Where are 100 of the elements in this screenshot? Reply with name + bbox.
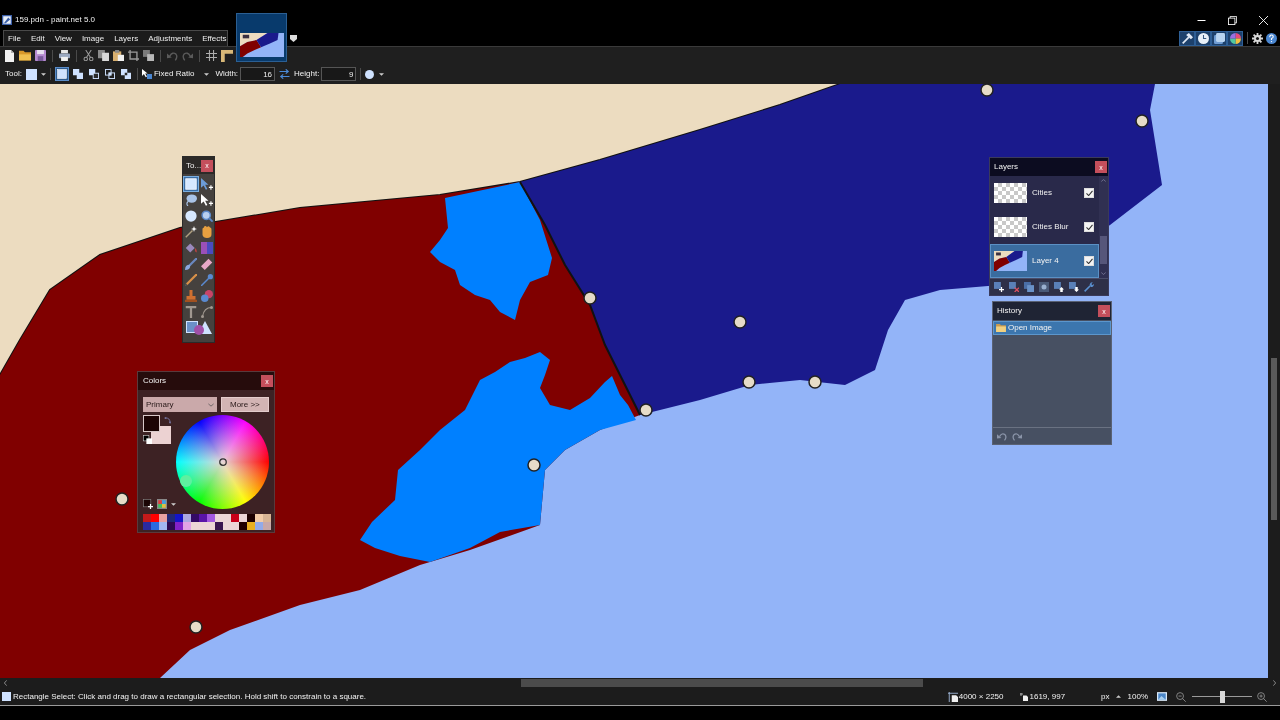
palette-swatch-icon[interactable] xyxy=(143,514,151,522)
palette-swatch-icon[interactable] xyxy=(207,522,215,530)
image-tab[interactable] xyxy=(236,13,287,62)
tool-button[interactable] xyxy=(198,192,215,208)
chevron-left-icon[interactable] xyxy=(4,680,7,686)
square-plus-icon[interactable] xyxy=(143,499,153,509)
palette-swatch-icon[interactable] xyxy=(207,514,215,522)
minimize-icon[interactable] xyxy=(1197,19,1206,21)
menu-item[interactable]: Effects xyxy=(202,34,227,43)
palette-icon[interactable] xyxy=(157,499,167,509)
restore-icon[interactable] xyxy=(1228,15,1237,25)
menu-item[interactable]: File xyxy=(8,34,21,43)
swap-arrows-icon[interactable] xyxy=(279,69,291,79)
document-icon[interactable] xyxy=(4,49,15,62)
caret-icon[interactable] xyxy=(171,502,176,506)
palette-swatch-icon[interactable] xyxy=(151,514,159,522)
help-icon[interactable] xyxy=(1266,32,1277,44)
visibility-checkbox[interactable] xyxy=(1084,188,1094,198)
layer-row[interactable]: Cities xyxy=(990,176,1099,210)
selection-mode-button[interactable] xyxy=(102,67,117,81)
tool-button[interactable] xyxy=(198,256,215,272)
panel-toggle[interactable] xyxy=(1227,30,1243,46)
square-plus-icon[interactable] xyxy=(994,282,1004,292)
palette-swatch-icon[interactable] xyxy=(263,514,271,522)
panel-toggle[interactable] xyxy=(1211,30,1227,46)
color-mode-dropdown[interactable]: Primary xyxy=(143,397,217,412)
menu-item[interactable]: View xyxy=(54,34,72,43)
scrollbar[interactable] xyxy=(0,678,1280,688)
clipboard-icon[interactable] xyxy=(113,50,124,61)
palette-swatch-icon[interactable] xyxy=(143,522,151,530)
history-item[interactable]: Open Image xyxy=(993,321,1111,335)
palette-swatch-icon[interactable] xyxy=(247,514,255,522)
selection-mode-button[interactable] xyxy=(118,67,133,81)
folder-icon[interactable] xyxy=(19,50,31,61)
scrollbar-thumb[interactable] xyxy=(1100,236,1107,264)
selector-ring-icon[interactable] xyxy=(219,458,227,466)
palette-swatch-icon[interactable] xyxy=(231,522,239,530)
scrollbar-thumb[interactable] xyxy=(521,679,923,687)
units-dropdown[interactable]: px xyxy=(1101,692,1121,701)
close-icon[interactable] xyxy=(1259,15,1268,25)
scrollbar[interactable] xyxy=(1099,176,1108,278)
shield-icon[interactable] xyxy=(290,35,297,42)
settings-icon[interactable] xyxy=(1252,32,1263,44)
panel-toggle[interactable] xyxy=(1195,30,1211,46)
square-cross-icon[interactable] xyxy=(1009,282,1019,292)
tool-button[interactable] xyxy=(182,224,199,240)
palette-swatch-icon[interactable] xyxy=(215,514,223,522)
grid-icon[interactable] xyxy=(206,50,217,61)
width-field[interactable]: 16 xyxy=(240,67,276,81)
palette-swatch-icon[interactable] xyxy=(175,522,183,530)
palette-swatch-icon[interactable] xyxy=(159,514,167,522)
redo-icon[interactable] xyxy=(1012,431,1022,441)
zoom-field[interactable]: 100% xyxy=(1127,692,1148,701)
palette-swatch-icon[interactable] xyxy=(239,514,247,522)
tool-button[interactable] xyxy=(198,176,215,192)
chevron-right-icon[interactable] xyxy=(1273,680,1276,686)
palette-swatch-icon[interactable] xyxy=(231,514,239,522)
selection-mode-button[interactable] xyxy=(54,67,69,81)
tool-button[interactable] xyxy=(198,208,215,224)
square-circle-icon[interactable] xyxy=(1039,282,1049,292)
slider-thumb[interactable] xyxy=(1219,690,1225,703)
palette-swatch-icon[interactable] xyxy=(183,514,191,522)
scissors-icon[interactable] xyxy=(83,50,94,61)
palette-swatch-icon[interactable] xyxy=(255,514,263,522)
small-squares-icon[interactable] xyxy=(143,435,152,444)
palette-swatch-icon[interactable] xyxy=(191,514,199,522)
palette-swatch-icon[interactable] xyxy=(215,522,223,530)
picture-icon[interactable] xyxy=(1157,692,1167,701)
palette-swatch-icon[interactable] xyxy=(247,522,255,530)
scrollbar-thumb[interactable] xyxy=(1271,358,1277,520)
tool-dropdown[interactable] xyxy=(25,68,46,80)
redo-icon[interactable] xyxy=(182,50,193,61)
height-field[interactable]: 9 xyxy=(321,67,357,81)
marker-icon[interactable] xyxy=(180,475,192,487)
visibility-checkbox[interactable] xyxy=(1084,222,1094,232)
zoom-out-icon[interactable] xyxy=(1176,691,1186,702)
tool-button[interactable] xyxy=(182,256,199,272)
printer-icon[interactable] xyxy=(59,50,70,61)
menu-item[interactable]: Layers xyxy=(114,34,139,43)
palette-swatch-icon[interactable] xyxy=(175,514,183,522)
palette-swatch-icon[interactable] xyxy=(191,522,199,530)
ratio-dropdown[interactable]: Fixed Ratio xyxy=(141,69,210,79)
visibility-checkbox[interactable] xyxy=(1084,256,1094,266)
swap-arrow-icon[interactable] xyxy=(164,417,171,424)
palette-swatch-icon[interactable] xyxy=(255,522,263,530)
menu-item[interactable]: Image xyxy=(81,34,105,43)
menu-item[interactable]: Adjustments xyxy=(148,34,193,43)
layer-row[interactable]: Cities Blur xyxy=(990,210,1099,244)
palette-swatch-icon[interactable] xyxy=(151,522,159,530)
antialias-dropdown[interactable] xyxy=(365,69,385,79)
copy-icon[interactable] xyxy=(98,50,109,61)
crop-icon[interactable] xyxy=(128,50,139,61)
layer-row[interactable]: Layer 4 xyxy=(990,244,1099,278)
palette-swatch-icon[interactable] xyxy=(199,514,207,522)
zoom-in-icon[interactable] xyxy=(1257,691,1267,702)
more-button[interactable]: More >> xyxy=(220,397,269,412)
wrench-icon[interactable] xyxy=(1084,282,1094,292)
tool-button[interactable] xyxy=(182,208,199,224)
menu-item[interactable]: Edit xyxy=(30,34,45,43)
squares-icon[interactable] xyxy=(143,50,154,61)
